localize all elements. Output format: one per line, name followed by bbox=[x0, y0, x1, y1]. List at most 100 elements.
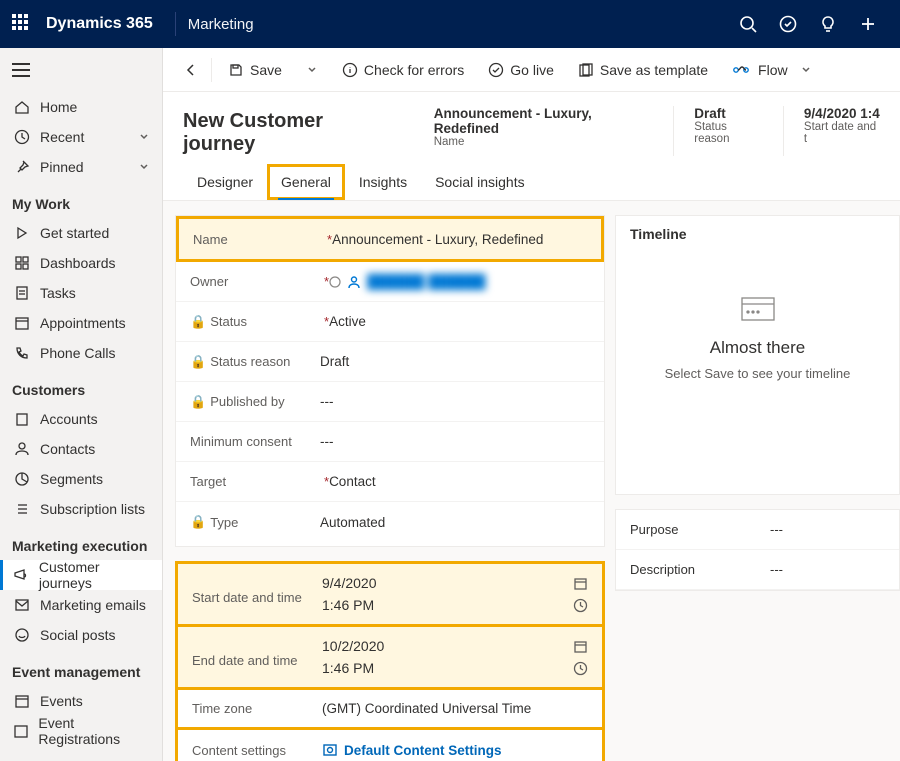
owner-field[interactable]: Owner* ██████ ██████ bbox=[176, 262, 604, 302]
flow-button[interactable]: Flow bbox=[722, 54, 822, 86]
description-field[interactable]: Description--- bbox=[616, 550, 899, 590]
template-icon bbox=[578, 62, 594, 78]
sidebar-home[interactable]: Home bbox=[0, 92, 162, 122]
check-circle-icon bbox=[488, 62, 504, 78]
header-status-field[interactable]: DraftStatus reason bbox=[694, 106, 763, 145]
person-icon bbox=[12, 441, 32, 457]
sidebar-label: Social posts bbox=[40, 627, 115, 643]
sidebar-label: Recent bbox=[40, 129, 84, 145]
sidebar-label: Contacts bbox=[40, 441, 95, 457]
list-icon bbox=[12, 501, 32, 517]
settings-icon bbox=[322, 742, 338, 758]
mail-icon bbox=[12, 597, 32, 613]
status-reason-field[interactable]: 🔒Status reason Draft bbox=[176, 342, 604, 382]
sidebar-label: Events bbox=[40, 693, 83, 709]
pin-icon bbox=[12, 159, 32, 175]
target-field[interactable]: Target* Contact bbox=[176, 462, 604, 502]
tab-social-insights[interactable]: Social insights bbox=[421, 164, 539, 200]
section-event-management: Event management bbox=[0, 650, 162, 686]
sidebar-label: Home bbox=[40, 99, 77, 115]
back-button[interactable] bbox=[173, 54, 205, 86]
type-field[interactable]: 🔒Type Automated bbox=[176, 502, 604, 542]
start-datetime-field[interactable]: Start date and time 9/4/2020 1:46 PM bbox=[178, 564, 602, 627]
minimum-consent-field[interactable]: Minimum consent --- bbox=[176, 422, 604, 462]
sidebar-customer-journeys[interactable]: Customer journeys bbox=[0, 560, 162, 590]
sidebar-events[interactable]: Events bbox=[0, 686, 162, 716]
sidebar-subscription-lists[interactable]: Subscription lists bbox=[0, 494, 162, 524]
sidebar: Home Recent Pinned My Work Get started D… bbox=[0, 48, 163, 761]
home-icon bbox=[12, 99, 32, 115]
app-launcher-icon[interactable] bbox=[12, 14, 32, 34]
header-date-field[interactable]: 9/4/2020 1:4Start date and t bbox=[804, 106, 880, 145]
published-by-field[interactable]: 🔒Published by --- bbox=[176, 382, 604, 422]
save-dropdown[interactable] bbox=[296, 54, 328, 86]
sidebar-recent[interactable]: Recent bbox=[0, 122, 162, 152]
record-header: New Customer journey Announcement - Luxu… bbox=[163, 92, 900, 164]
section-customers: Customers bbox=[0, 368, 162, 404]
clipboard-icon bbox=[12, 285, 32, 301]
sidebar-tasks[interactable]: Tasks bbox=[0, 278, 162, 308]
phone-icon bbox=[12, 345, 32, 361]
building-icon bbox=[12, 411, 32, 427]
sidebar-event-registrations[interactable]: Event Registrations bbox=[0, 716, 162, 746]
sidebar-get-started[interactable]: Get started bbox=[0, 218, 162, 248]
timeline-heading: Almost there bbox=[630, 338, 885, 358]
tab-insights[interactable]: Insights bbox=[345, 164, 421, 200]
tab-general[interactable]: General bbox=[267, 164, 345, 200]
cmd-label: Save bbox=[250, 62, 282, 78]
timeline-title: Timeline bbox=[630, 226, 885, 242]
content-settings-field[interactable]: Content settings Default Content Setting… bbox=[178, 730, 602, 761]
sidebar-dashboards[interactable]: Dashboards bbox=[0, 248, 162, 278]
search-icon[interactable] bbox=[728, 0, 768, 48]
end-datetime-field[interactable]: End date and time 10/2/2020 1:46 PM bbox=[178, 627, 602, 690]
sidebar-appointments[interactable]: Appointments bbox=[0, 308, 162, 338]
calendar-icon bbox=[12, 723, 30, 739]
chevron-down-icon bbox=[306, 64, 318, 76]
task-recorder-icon[interactable] bbox=[768, 0, 808, 48]
lightbulb-icon[interactable] bbox=[808, 0, 848, 48]
sidebar-toggle-icon[interactable] bbox=[12, 63, 30, 77]
purpose-field[interactable]: Purpose--- bbox=[616, 510, 899, 550]
sidebar-marketing-emails[interactable]: Marketing emails bbox=[0, 590, 162, 620]
status-field[interactable]: 🔒Status* Active bbox=[176, 302, 604, 342]
calendar-icon bbox=[12, 693, 32, 709]
sidebar-social-posts[interactable]: Social posts bbox=[0, 620, 162, 650]
sidebar-label: Tasks bbox=[40, 285, 76, 301]
flow-icon bbox=[732, 62, 752, 78]
save-button[interactable]: Save bbox=[218, 54, 292, 86]
command-bar: Save Check for errors Go live Save as te… bbox=[163, 48, 900, 92]
chevron-down-icon bbox=[800, 64, 812, 76]
sidebar-accounts[interactable]: Accounts bbox=[0, 404, 162, 434]
clock-icon bbox=[573, 598, 588, 613]
section-my-work: My Work bbox=[0, 182, 162, 218]
save-as-template-button[interactable]: Save as template bbox=[568, 54, 718, 86]
page-title: New Customer journey bbox=[183, 110, 394, 156]
brand-name: Dynamics 365 bbox=[46, 15, 153, 33]
go-live-button[interactable]: Go live bbox=[478, 54, 564, 86]
sidebar-contacts[interactable]: Contacts bbox=[0, 434, 162, 464]
area-name[interactable]: Marketing bbox=[188, 16, 254, 33]
calendar-icon bbox=[12, 315, 32, 331]
timeline-subtext: Select Save to see your timeline bbox=[630, 366, 885, 381]
check-errors-button[interactable]: Check for errors bbox=[332, 54, 474, 86]
sidebar-label: Subscription lists bbox=[40, 501, 145, 517]
name-field-highlight: Name* Announcement - Luxury, Redefined bbox=[176, 216, 604, 262]
sidebar-pinned[interactable]: Pinned bbox=[0, 152, 162, 182]
global-topbar: Dynamics 365 Marketing bbox=[0, 0, 900, 48]
header-name-field[interactable]: Announcement - Luxury, RedefinedName bbox=[434, 106, 654, 148]
sidebar-phone-calls[interactable]: Phone Calls bbox=[0, 338, 162, 368]
tab-designer[interactable]: Designer bbox=[183, 164, 267, 200]
folder-icon bbox=[736, 292, 780, 326]
section-marketing-execution: Marketing execution bbox=[0, 524, 162, 560]
smile-icon bbox=[12, 627, 32, 643]
calendar-icon bbox=[573, 576, 588, 591]
calendar-icon bbox=[573, 639, 588, 654]
segments-icon bbox=[12, 471, 32, 487]
add-icon[interactable] bbox=[848, 0, 888, 48]
name-field[interactable]: Name* Announcement - Luxury, Redefined bbox=[179, 219, 601, 259]
sidebar-label: Accounts bbox=[40, 411, 98, 427]
sidebar-label: Pinned bbox=[40, 159, 84, 175]
timezone-field[interactable]: Time zone (GMT) Coordinated Universal Ti… bbox=[178, 690, 602, 730]
sidebar-segments[interactable]: Segments bbox=[0, 464, 162, 494]
play-icon bbox=[12, 225, 32, 241]
